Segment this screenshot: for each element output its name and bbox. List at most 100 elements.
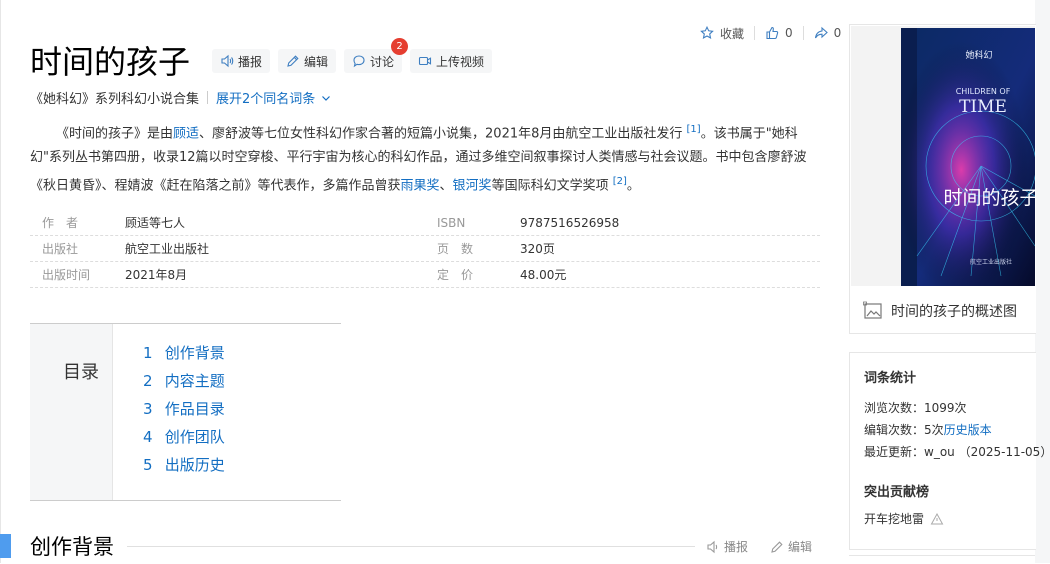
book-cover-art: 她科幻 CHILDREN OF TIME 时间的孩子 航空工业出版社 [851,26,1035,286]
info-value: 48.00元 [520,268,567,282]
speaker-icon [706,540,720,554]
cover-caption-text: 时间的孩子的概述图 [891,304,1017,320]
discuss-button[interactable]: 讨论 2 [344,38,409,73]
toc-item[interactable]: 4 创作团队 [143,425,225,453]
like-count: 0 [785,26,793,40]
table-of-contents: 目录 1 创作背景 2 内容主题 3 作品目录 4 创作团队 5 出版历史 [30,323,341,501]
section-edit-label: 编辑 [788,540,813,554]
divider [802,26,804,40]
toc-item[interactable]: 1 创作背景 [143,341,225,369]
section-actions: 播报 编辑 [706,538,812,555]
play-label: 播报 [238,54,263,69]
contributor-item[interactable]: 开车挖地雷 [864,510,944,527]
toc-number: 5 [143,456,153,474]
reference-1[interactable]: [1] [687,124,701,135]
section-edit-button[interactable]: 编辑 [770,538,812,555]
info-value: 航空工业出版社 [125,242,210,256]
info-value: 9787516526958 [520,215,620,230]
favorite-button[interactable]: 收藏 [700,25,744,42]
view-count: 浏览次数：1099次 [864,401,967,415]
basic-info-table: 作 者 顾适等七人 ISBN 9787516526958 出版社 航空工业出版社… [30,210,820,288]
section-play-button[interactable]: 播报 [706,538,748,555]
history-versions-link[interactable]: 历史版本 [944,423,992,437]
star-icon [700,26,714,40]
subtitle-line: 《她科幻》系列科幻小说合集 展开2个同名词条 [30,88,333,107]
edit-button[interactable]: 编辑 [278,49,337,73]
last-updated: 最近更新：w_ou （2025-11-05） [864,445,1050,459]
info-value: 顾适等七人 [125,216,186,230]
edit-count-text: 编辑次数：5次 [864,423,944,437]
like-button[interactable]: 0 [765,26,793,40]
info-key: 作 者 [42,216,79,230]
subtitle-description: 《她科幻》系列科幻小说合集 [30,92,200,107]
scrollbar-track[interactable] [1035,0,1050,563]
upload-video-label: 上传视频 [436,54,485,69]
page-title: 时间的孩子 [30,43,191,81]
section-marker [0,534,11,558]
info-row: 作 者 顾适等七人 ISBN 9787516526958 [30,210,820,236]
toc-text: 作品目录 [164,400,225,418]
info-key: 页 数 [437,242,474,256]
play-button[interactable]: 播报 [212,49,271,73]
toc-text: 创作背景 [164,344,225,362]
section-play-label: 播报 [724,540,749,554]
discuss-count-badge: 2 [391,38,409,55]
toc-label: 目录 [63,362,99,383]
expand-label: 展开2个同名词条 [216,92,316,107]
toc-number: 2 [143,372,153,390]
page-left-border [0,0,1,563]
section-divider [127,546,695,547]
info-value: 2021年8月 [125,268,188,282]
share-icon [814,26,828,40]
cover-chinese-title: 时间的孩子 [943,187,1035,209]
edit-count: 编辑次数：5次历史版本 [864,421,992,438]
share-count: 0 [833,26,842,40]
section-title: 创作背景 [30,535,114,559]
author-link[interactable]: 顾适 [173,126,199,141]
info-key: ISBN [437,215,466,230]
toc-text: 创作团队 [164,428,225,446]
cover-publisher: 航空工业出版社 [970,258,1012,266]
summary-paragraph: 《时间的孩子》是由顾适、廖舒波等七位女性科幻作家合著的短篇小说集，2021年8月… [30,118,820,199]
info-key: 定 价 [437,268,474,282]
pencil-icon [286,54,300,68]
image-icon [863,301,883,321]
top-contributors-title: 突出贡献榜 [864,485,930,500]
stats-title: 词条统计 [864,371,917,386]
info-value: 320页 [520,242,555,256]
summary: 《时间的孩子》是由顾适、廖舒波等七位女性科幻作家合著的短篇小说集，2021年8月… [30,118,820,199]
cover-english-title-1: CHILDREN OF [956,87,1011,96]
hugo-award-link[interactable]: 雨果奖 [401,179,440,194]
summary-text: 等国际科幻文学奖项 [491,178,609,194]
edit-label: 编辑 [304,54,329,69]
toc-item[interactable]: 5 出版历史 [143,453,225,481]
cover-caption[interactable]: 时间的孩子的概述图 [863,301,1017,321]
share-button[interactable]: 0 [814,26,842,40]
expand-homonyms-link[interactable]: 展开2个同名词条 [216,88,333,107]
toc-text: 内容主题 [164,372,225,390]
thumbs-up-icon [765,26,779,40]
title-buttons: 播报 编辑 讨论 2 上传视频 [212,38,493,73]
summary-text: 、 [439,178,453,194]
top-actions: 收藏 0 0 [700,24,841,42]
summary-text: 《时间的孩子》是由 [56,126,174,142]
favorite-label: 收藏 [720,26,745,41]
pencil-icon [770,540,784,554]
toc-item[interactable]: 3 作品目录 [143,397,225,425]
summary-text: 。 [626,178,640,194]
upload-video-button[interactable]: 上传视频 [410,49,493,73]
video-camera-icon [418,54,432,68]
info-key: 出版社 [42,242,79,256]
reference-2[interactable]: [2] [613,176,627,187]
info-row: 出版社 航空工业出版社 页 数 320页 [30,236,820,262]
toc-text: 出版历史 [164,456,225,474]
summary-text: 、廖舒波等七位女性科幻作家合著的短篇小说集，2021年8月由航空工业出版社发行 [199,126,683,142]
toc-number: 1 [143,344,153,362]
chat-bubble-icon [352,54,366,68]
galaxy-award-link[interactable]: 银河奖 [453,179,492,194]
speaker-icon [220,54,234,68]
toc-item[interactable]: 2 内容主题 [143,369,225,397]
toc-label-panel [30,324,113,500]
book-cover-image[interactable]: 她科幻 CHILDREN OF TIME 时间的孩子 航空工业出版社 [851,26,1035,286]
cover-english-title-2: TIME [959,97,1007,117]
